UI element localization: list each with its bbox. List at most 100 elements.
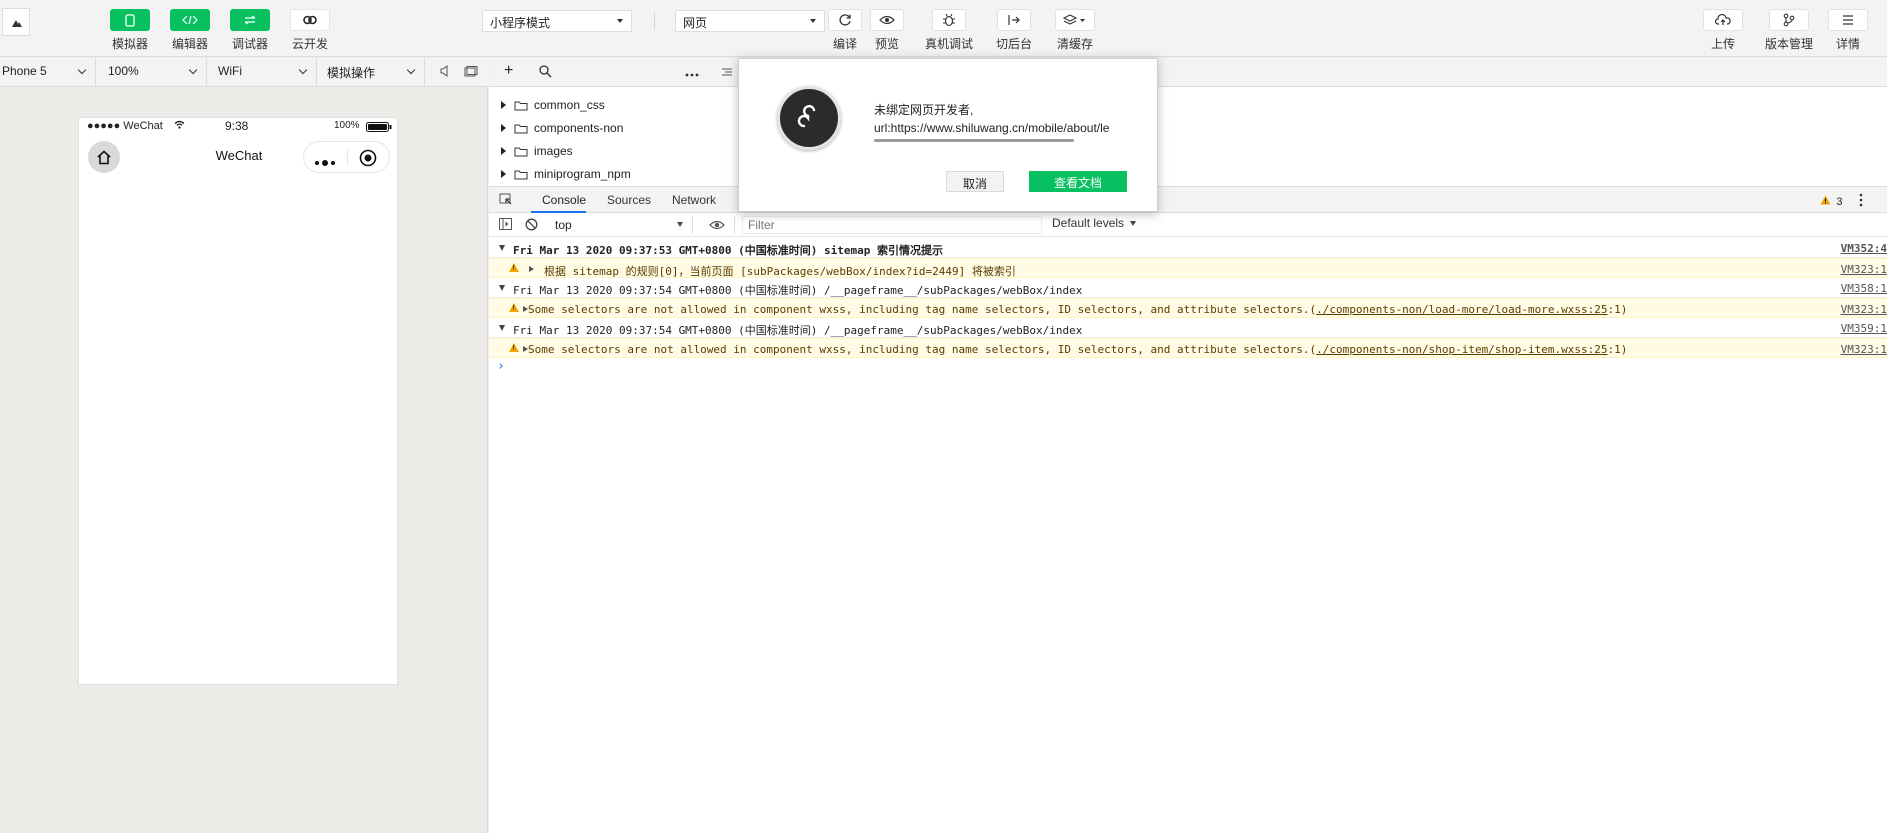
warning-icon [509, 343, 519, 352]
editor-label: 编辑器 [171, 37, 208, 51]
clear-cache-button[interactable]: 清缓存 [1055, 9, 1095, 52]
avatar-mountain-icon [12, 20, 22, 27]
miniprogram-logo-icon [777, 86, 841, 150]
tab-console[interactable]: Console [531, 187, 586, 213]
collapse-icon[interactable] [721, 66, 733, 80]
console-warning-line[interactable]: Some selectors are not allowed in compon… [489, 298, 1887, 318]
filter-input[interactable] [742, 216, 1042, 234]
preview-button[interactable]: 预览 [870, 9, 904, 52]
console-source-link[interactable]: VM359:1 [1841, 322, 1887, 335]
tree-folder[interactable]: images [501, 141, 573, 161]
simulator-area: ●●●●● WeChat 9:38 100% WeChat [0, 87, 488, 833]
compile-mode-value: 网页 [683, 16, 708, 30]
chevron-down-icon [406, 65, 416, 75]
sidebar-toggle-icon[interactable] [499, 218, 512, 233]
warning-count-badge[interactable]: 3 [1820, 194, 1842, 208]
zoom-select[interactable]: 100% [104, 58, 207, 86]
network-select[interactable]: WiFi [214, 58, 317, 86]
mode-select[interactable]: 小程序模式 [482, 10, 632, 32]
kebab-menu-icon[interactable] [1859, 193, 1863, 210]
expand-arrow-icon [529, 266, 534, 272]
console-text: Fri Mar 13 2020 09:37:54 GMT+0800 (中国标准时… [513, 324, 1083, 337]
folder-icon [514, 124, 528, 133]
console-file-link[interactable]: ./components-non/shop-item/shop-item.wxs… [1316, 343, 1607, 356]
signal-carrier: ●●●●● WeChat [87, 120, 163, 132]
upload-button[interactable]: 上传 [1703, 9, 1743, 52]
simulator-button[interactable]: 模拟器 [105, 9, 155, 52]
clear-cache-label: 清缓存 [1056, 37, 1093, 51]
console-prompt[interactable]: › [489, 358, 1887, 378]
folder-name: images [534, 144, 573, 158]
expand-arrow-icon [501, 124, 506, 132]
clear-console-icon[interactable] [525, 218, 538, 234]
compile-button[interactable]: 编译 [828, 9, 862, 52]
tree-folder[interactable]: components-non [501, 118, 623, 138]
compile-mode-select[interactable]: 网页 [675, 10, 825, 32]
phone-time: 9:38 [225, 119, 249, 133]
eye-icon [870, 9, 904, 31]
debugger-button[interactable]: 调试器 [225, 9, 275, 52]
editor-button[interactable]: 编辑器 [165, 9, 215, 52]
mute-icon[interactable] [440, 65, 450, 80]
log-levels-select[interactable]: Default levels [1052, 216, 1137, 230]
user-avatar[interactable] [2, 8, 30, 36]
more-dots-icon[interactable] [314, 155, 336, 169]
console-group-line[interactable]: Fri Mar 13 2020 09:37:54 GMT+0800 (中国标准时… [489, 318, 1887, 338]
folder-icon [514, 147, 528, 156]
expand-arrow-icon [501, 147, 506, 155]
console-source-link[interactable]: VM323:1 [1841, 303, 1887, 316]
version-control-button[interactable]: 版本管理 [1765, 9, 1813, 52]
bug-icon [932, 9, 966, 31]
real-device-debug-button[interactable]: 真机调试 [925, 9, 973, 52]
folder-icon [514, 170, 528, 179]
search-icon[interactable] [539, 65, 552, 81]
context-select[interactable]: top [549, 216, 687, 234]
console-warning-line[interactable]: 根据 sitemap 的规则[0]，当前页面 [subPackages/webB… [489, 258, 1887, 278]
inspect-element-icon[interactable] [499, 193, 513, 209]
divider [692, 216, 693, 234]
tree-folder[interactable]: miniprogram_npm [501, 164, 631, 184]
url-scrollbar[interactable] [874, 139, 1074, 142]
collapse-arrow-icon [499, 325, 505, 331]
chevron-down-icon [298, 65, 308, 75]
background-button[interactable]: 切后台 [996, 9, 1032, 52]
phone-screen[interactable]: ●●●●● WeChat 9:38 100% WeChat [78, 117, 398, 685]
details-button[interactable]: 详情 [1828, 9, 1868, 52]
divider [734, 216, 735, 234]
close-target-icon[interactable] [359, 149, 377, 170]
real-device-debug-label: 真机调试 [925, 37, 974, 51]
chevron-down-icon [188, 65, 198, 75]
view-docs-button[interactable]: 查看文档 [1029, 171, 1127, 192]
tree-folder[interactable]: common_css [501, 95, 605, 115]
wifi-icon [174, 120, 185, 132]
simulator-settings-bar: Phone 5 100% WiFi 模拟操作 [0, 58, 488, 87]
simulate-operation-select[interactable]: 模拟操作 [323, 58, 425, 86]
warning-icon [509, 303, 519, 312]
more-icon[interactable] [685, 66, 699, 80]
console-text: Fri Mar 13 2020 09:37:54 GMT+0800 (中国标准时… [513, 284, 1083, 297]
console-output: Fri Mar 13 2020 09:37:53 GMT+0800 (中国标准时… [489, 238, 1887, 378]
console-source-link[interactable]: VM323:1 [1841, 343, 1887, 356]
console-file-link[interactable]: ./components-non/load-more/load-more.wxs… [1316, 303, 1607, 316]
cancel-button[interactable]: 取消 [946, 171, 1004, 192]
caret-down-icon [677, 222, 683, 227]
console-group-line[interactable]: Fri Mar 13 2020 09:37:53 GMT+0800 (中国标准时… [489, 238, 1887, 258]
tab-sources[interactable]: Sources [607, 187, 651, 213]
cloud-dev-button[interactable]: 云开发 [285, 9, 335, 52]
console-text: 根据 sitemap 的规则[0]，当前页面 [subPackages/webB… [544, 265, 1016, 278]
folder-icon [514, 101, 528, 110]
background-label: 切后台 [996, 37, 1033, 51]
device-value: Phone 5 [2, 64, 47, 78]
add-file-icon[interactable]: + [504, 63, 513, 79]
eye-icon[interactable] [709, 219, 725, 233]
dialog-url: url:https://www.shiluwang.cn/mobile/abou… [874, 121, 1110, 135]
device-select[interactable]: Phone 5 [0, 58, 96, 86]
console-group-line[interactable]: Fri Mar 13 2020 09:37:54 GMT+0800 (中国标准时… [489, 278, 1887, 298]
console-source-link[interactable]: VM323:1 [1841, 263, 1887, 276]
window-icon[interactable] [464, 66, 478, 80]
console-source-link[interactable]: VM358:1 [1841, 282, 1887, 295]
tab-network[interactable]: Network [672, 187, 716, 213]
console-warning-line[interactable]: Some selectors are not allowed in compon… [489, 338, 1887, 358]
warning-icon [509, 263, 519, 272]
console-source-link[interactable]: VM352:4 [1841, 242, 1887, 255]
